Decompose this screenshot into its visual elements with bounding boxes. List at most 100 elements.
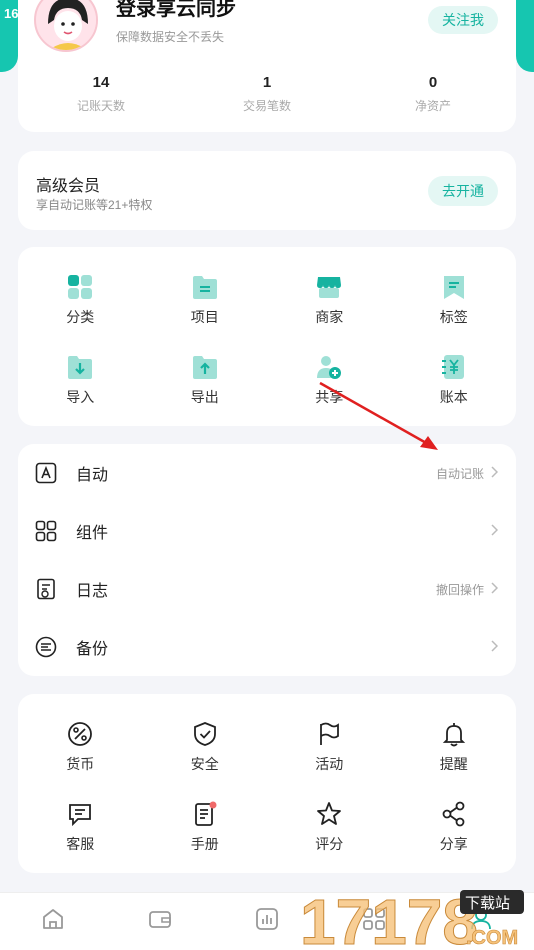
list-item-backup[interactable]: 备份 xyxy=(18,618,516,676)
list-item-right xyxy=(484,618,499,676)
list-item-right: 撤回操作 xyxy=(435,560,499,618)
stat-label: 记账天数 xyxy=(76,99,125,113)
wallet-icon xyxy=(148,907,172,936)
stat-value: 14 xyxy=(92,74,110,91)
stat-label: 净资产 xyxy=(414,99,451,113)
shop-icon xyxy=(315,273,343,301)
export-icon xyxy=(191,353,219,381)
list-item-label: 备份 xyxy=(76,641,109,658)
tool-label: 导入 xyxy=(66,389,95,405)
nav-wallet[interactable] xyxy=(107,893,214,950)
stat-value: 1 xyxy=(262,74,272,91)
log-icon xyxy=(34,577,58,601)
vip-subtitle: 享自动记账等21+特权 xyxy=(36,198,153,212)
tool-project[interactable]: 项目 xyxy=(143,259,268,339)
chevron-right-icon xyxy=(490,523,499,539)
import-icon xyxy=(66,353,94,381)
tool-category[interactable]: 分类 xyxy=(18,259,143,339)
category-icon xyxy=(66,273,94,301)
list-item-hint: 自动记账 xyxy=(435,466,484,481)
list-item-label: 组件 xyxy=(76,525,109,542)
login-subtitle: 保障数据安全不丢失 xyxy=(116,30,225,44)
more-label: 提醒 xyxy=(439,756,468,772)
tool-label: 导出 xyxy=(190,389,219,405)
stat-record-days[interactable]: 14 记账天数 xyxy=(18,74,184,114)
list-item-log[interactable]: 日志 撤回操作 xyxy=(18,560,516,618)
tool-label: 标签 xyxy=(439,309,468,325)
list-item-label: 日志 xyxy=(76,583,109,600)
avatar[interactable] xyxy=(34,0,98,52)
tool-label: 商家 xyxy=(315,309,344,325)
tool-label: 账本 xyxy=(439,389,468,405)
chart-icon xyxy=(255,907,279,936)
more-label: 分享 xyxy=(439,836,468,852)
more-label: 客服 xyxy=(66,836,95,852)
vip-card[interactable]: 高级会员 享自动记账等21+特权 去开通 xyxy=(18,151,516,230)
tag-icon xyxy=(440,273,468,301)
ledger-icon xyxy=(440,353,468,381)
manual-icon xyxy=(191,800,219,828)
more-rating[interactable]: 评分 xyxy=(267,786,392,866)
more-activity[interactable]: 活动 xyxy=(267,706,392,786)
tool-label: 项目 xyxy=(190,309,219,325)
bell-icon xyxy=(440,720,468,748)
more-reminder[interactable]: 提醒 xyxy=(392,706,517,786)
more-share[interactable]: 分享 xyxy=(392,786,517,866)
tool-tag[interactable]: 标签 xyxy=(392,259,517,339)
stats-row: 14 记账天数 1 交易笔数 0 净资产 xyxy=(18,74,516,114)
home-icon xyxy=(41,907,65,936)
flag-icon xyxy=(315,720,343,748)
stat-transactions[interactable]: 1 交易笔数 xyxy=(184,74,350,114)
widget-icon xyxy=(34,519,58,543)
list-item-label: 自动 xyxy=(76,467,109,484)
backup-icon xyxy=(34,635,58,659)
more-manual[interactable]: 手册 xyxy=(143,786,268,866)
tool-ledger[interactable]: 账本 xyxy=(392,339,517,419)
stat-label: 交易笔数 xyxy=(242,99,291,113)
follow-button[interactable]: 关注我 xyxy=(428,6,498,34)
auto-icon xyxy=(34,461,58,485)
shield-icon xyxy=(191,720,219,748)
more-label: 评分 xyxy=(315,836,344,852)
share-user-icon xyxy=(315,353,343,381)
list-item-right xyxy=(484,502,499,560)
chat-icon xyxy=(66,800,94,828)
chevron-right-icon xyxy=(490,639,499,655)
tool-export[interactable]: 导出 xyxy=(143,339,268,419)
more-grid: 货币 安全 活动 提醒 客服 手册 评分 分享 xyxy=(18,694,516,873)
more-label: 货币 xyxy=(66,756,95,772)
username[interactable]: 登录享云同步 xyxy=(116,0,236,21)
list-item-right: 自动记账 xyxy=(435,444,499,502)
status-time: 16 xyxy=(4,6,19,21)
vip-open-button[interactable]: 去开通 xyxy=(428,176,498,206)
nav-home[interactable] xyxy=(0,893,107,950)
more-support[interactable]: 客服 xyxy=(18,786,143,866)
tool-label: 分类 xyxy=(66,309,95,325)
more-currency[interactable]: 货币 xyxy=(18,706,143,786)
chevron-right-icon xyxy=(490,465,499,481)
share-icon xyxy=(440,800,468,828)
list-item-hint: 撤回操作 xyxy=(435,582,484,597)
list-item-widget[interactable]: 组件 xyxy=(18,502,516,560)
tool-merchant[interactable]: 商家 xyxy=(267,259,392,339)
folder-icon xyxy=(191,273,219,301)
more-label: 手册 xyxy=(190,836,219,852)
svg-text:17178: 17178 xyxy=(300,888,478,948)
svg-text:.COM: .COM xyxy=(466,927,518,948)
tool-share[interactable]: 共享 xyxy=(267,339,392,419)
svg-text:下载站: 下载站 xyxy=(465,894,510,912)
profile-card[interactable]: 登录享云同步 保障数据安全不丢失 关注我 14 记账天数 1 交易笔数 0 净资… xyxy=(18,0,516,132)
settings-list: 自动 自动记账 组件 日志 撤回操作 备份 xyxy=(18,444,516,676)
chevron-right-icon xyxy=(490,581,499,597)
stat-value: 0 xyxy=(428,74,438,91)
more-label: 活动 xyxy=(315,756,344,772)
stat-net-assets[interactable]: 0 净资产 xyxy=(350,74,516,114)
tools-grid: 分类 项目 商家 标签 导入 导出 共享 账本 xyxy=(18,247,516,426)
tool-import[interactable]: 导入 xyxy=(18,339,143,419)
tool-label: 共享 xyxy=(315,389,344,405)
vip-title: 高级会员 xyxy=(36,178,101,195)
list-item-auto[interactable]: 自动 自动记账 xyxy=(18,444,516,502)
more-security[interactable]: 安全 xyxy=(143,706,268,786)
more-label: 安全 xyxy=(190,756,219,772)
currency-icon xyxy=(66,720,94,748)
